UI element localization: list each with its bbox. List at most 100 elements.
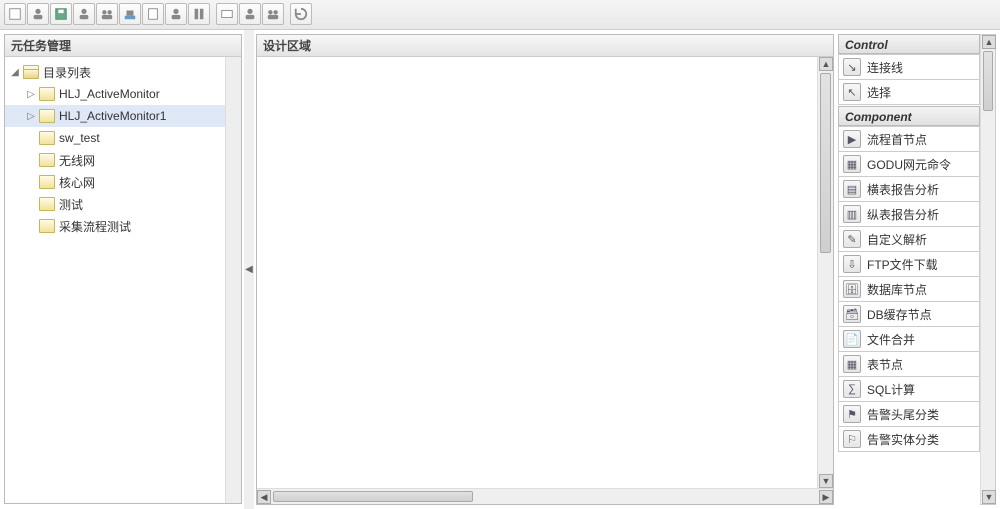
- left-panel: 元任务管理 ◢ 目录列表 ▷ HLJ_ActiveMonitor ▷ HLJ_A…: [4, 34, 242, 504]
- canvas-hscrollbar[interactable]: ◀ ▶: [257, 488, 833, 504]
- control-select[interactable]: ↖ 选择: [838, 79, 980, 105]
- folder-icon: [39, 197, 55, 211]
- tb-pool-icon[interactable]: [119, 3, 141, 25]
- collapse-left-handle[interactable]: ◀: [244, 30, 254, 509]
- component-item[interactable]: ▥ 纵表报告分析: [838, 201, 980, 227]
- parse-icon: ✎: [843, 230, 861, 248]
- ftp-icon: ⇩: [843, 255, 861, 273]
- collapse-arrow-icon[interactable]: ▷: [25, 88, 37, 100]
- tree-item-label: 采集流程测试: [59, 218, 131, 235]
- tb-refresh-icon[interactable]: [290, 3, 312, 25]
- control-list: ↘ 连接线 ↖ 选择: [838, 54, 980, 104]
- folder-icon: [39, 109, 55, 123]
- tree-item[interactable]: 核心网: [5, 171, 225, 193]
- component-item[interactable]: ▦ GODU网元命令: [838, 151, 980, 177]
- tool-label: 横表报告分析: [867, 181, 939, 198]
- component-item[interactable]: ⚐ 告警实体分类: [838, 426, 980, 452]
- play-icon: ▶: [843, 130, 861, 148]
- tool-label: 表节点: [867, 356, 903, 373]
- tree-item-label: 无线网: [59, 152, 95, 169]
- left-panel-title: 元任务管理: [5, 35, 241, 57]
- component-item[interactable]: ▶ 流程首节点: [838, 126, 980, 152]
- scroll-thumb[interactable]: [273, 491, 473, 502]
- tree-item[interactable]: 无线网: [5, 149, 225, 171]
- toolbar: [0, 0, 1000, 30]
- vreport-icon: ▥: [843, 205, 861, 223]
- table-icon: ▦: [843, 355, 861, 373]
- tb-user-icon[interactable]: [27, 3, 49, 25]
- tb-user4-icon[interactable]: [239, 3, 261, 25]
- cache-icon: 🗃: [843, 305, 861, 323]
- folder-icon: [39, 175, 55, 189]
- tb-card-icon[interactable]: [216, 3, 238, 25]
- grid-icon: ▦: [843, 155, 861, 173]
- tree-item-label: 核心网: [59, 174, 95, 191]
- scroll-up-icon[interactable]: ▲: [819, 57, 833, 71]
- folder-icon: [39, 131, 55, 145]
- tree-item[interactable]: ▷ HLJ_ActiveMonitor1: [5, 105, 225, 127]
- tree-root-label: 目录列表: [43, 64, 91, 81]
- db-icon: 🗄: [843, 280, 861, 298]
- tree-item[interactable]: sw_test: [5, 127, 225, 149]
- alarm-head-icon: ⚑: [843, 405, 861, 423]
- tb-users-icon[interactable]: [96, 3, 118, 25]
- tb-user3-icon[interactable]: [165, 3, 187, 25]
- tree-item-label: HLJ_ActiveMonitor1: [59, 109, 166, 123]
- scroll-left-icon[interactable]: ◀: [257, 490, 271, 504]
- sql-icon: ∑: [843, 380, 861, 398]
- tool-label: 流程首节点: [867, 131, 927, 148]
- component-item[interactable]: ∑SQL计算: [838, 376, 980, 402]
- center-panel: 设计区域 ▲ ▼ ◀ ▶: [256, 34, 834, 505]
- tool-label: FTP文件下载: [867, 256, 938, 273]
- folder-icon: [39, 87, 55, 101]
- tb-columns-icon[interactable]: [188, 3, 210, 25]
- tool-label: 数据库节点: [867, 281, 927, 298]
- scroll-right-icon[interactable]: ▶: [819, 490, 833, 504]
- tool-label: 告警头尾分类: [867, 406, 939, 423]
- tool-label: 连接线: [867, 59, 903, 76]
- component-item[interactable]: 📄文件合并: [838, 326, 980, 352]
- tree-item-label: sw_test: [59, 131, 100, 145]
- design-canvas[interactable]: [257, 57, 817, 488]
- component-list: ▶流程首节点 ▦GODU网元命令 ▤横表报告分析 ▥纵表报告分析 ✎自定义解析 …: [838, 126, 980, 451]
- tb-users2-icon[interactable]: [262, 3, 284, 25]
- alarm-entity-icon: ⚐: [843, 430, 861, 448]
- tree-item[interactable]: 采集流程测试: [5, 215, 225, 237]
- canvas-vscrollbar[interactable]: ▲ ▼: [817, 57, 833, 488]
- tool-label: GODU网元命令: [867, 156, 951, 173]
- component-item[interactable]: ⚑ 告警头尾分类: [838, 401, 980, 427]
- component-item[interactable]: ▦ 表节点: [838, 351, 980, 377]
- tree-root[interactable]: ◢ 目录列表: [5, 61, 225, 83]
- cursor-icon: ↖: [843, 83, 861, 101]
- control-header: Control: [838, 34, 980, 54]
- tb-user2-icon[interactable]: [73, 3, 95, 25]
- tool-label: DB缓存节点: [867, 306, 932, 323]
- component-item[interactable]: ✎ 自定义解析: [838, 226, 980, 252]
- component-header: Component: [838, 106, 980, 126]
- component-item[interactable]: 🗃 DB缓存节点: [838, 301, 980, 327]
- tree-scrollbar[interactable]: [225, 57, 241, 503]
- tb-new-icon[interactable]: [4, 3, 26, 25]
- collapse-arrow-icon[interactable]: ▷: [25, 110, 37, 122]
- tb-doc-icon[interactable]: [142, 3, 164, 25]
- tool-label: 自定义解析: [867, 231, 927, 248]
- scroll-up-icon[interactable]: ▲: [982, 35, 996, 49]
- tool-label: 告警实体分类: [867, 431, 939, 448]
- tree-item[interactable]: 测试: [5, 193, 225, 215]
- scroll-down-icon[interactable]: ▼: [982, 490, 996, 504]
- scroll-thumb[interactable]: [983, 51, 993, 111]
- palette-scrollbar[interactable]: ▲ ▼: [980, 34, 996, 505]
- component-item[interactable]: ⇩ FTP文件下载: [838, 251, 980, 277]
- expand-arrow-icon[interactable]: ◢: [9, 66, 21, 78]
- control-connect-line[interactable]: ↘ 连接线: [838, 54, 980, 80]
- tb-separator: [285, 3, 289, 26]
- scroll-thumb[interactable]: [820, 73, 831, 253]
- folder-icon: [39, 153, 55, 167]
- tool-label: 纵表报告分析: [867, 206, 939, 223]
- scroll-down-icon[interactable]: ▼: [819, 474, 833, 488]
- tb-save-icon[interactable]: [50, 3, 72, 25]
- component-item[interactable]: 🗄 数据库节点: [838, 276, 980, 302]
- tree-item[interactable]: ▷ HLJ_ActiveMonitor: [5, 83, 225, 105]
- tree-item-label: 测试: [59, 196, 83, 213]
- component-item[interactable]: ▤横表报告分析: [838, 176, 980, 202]
